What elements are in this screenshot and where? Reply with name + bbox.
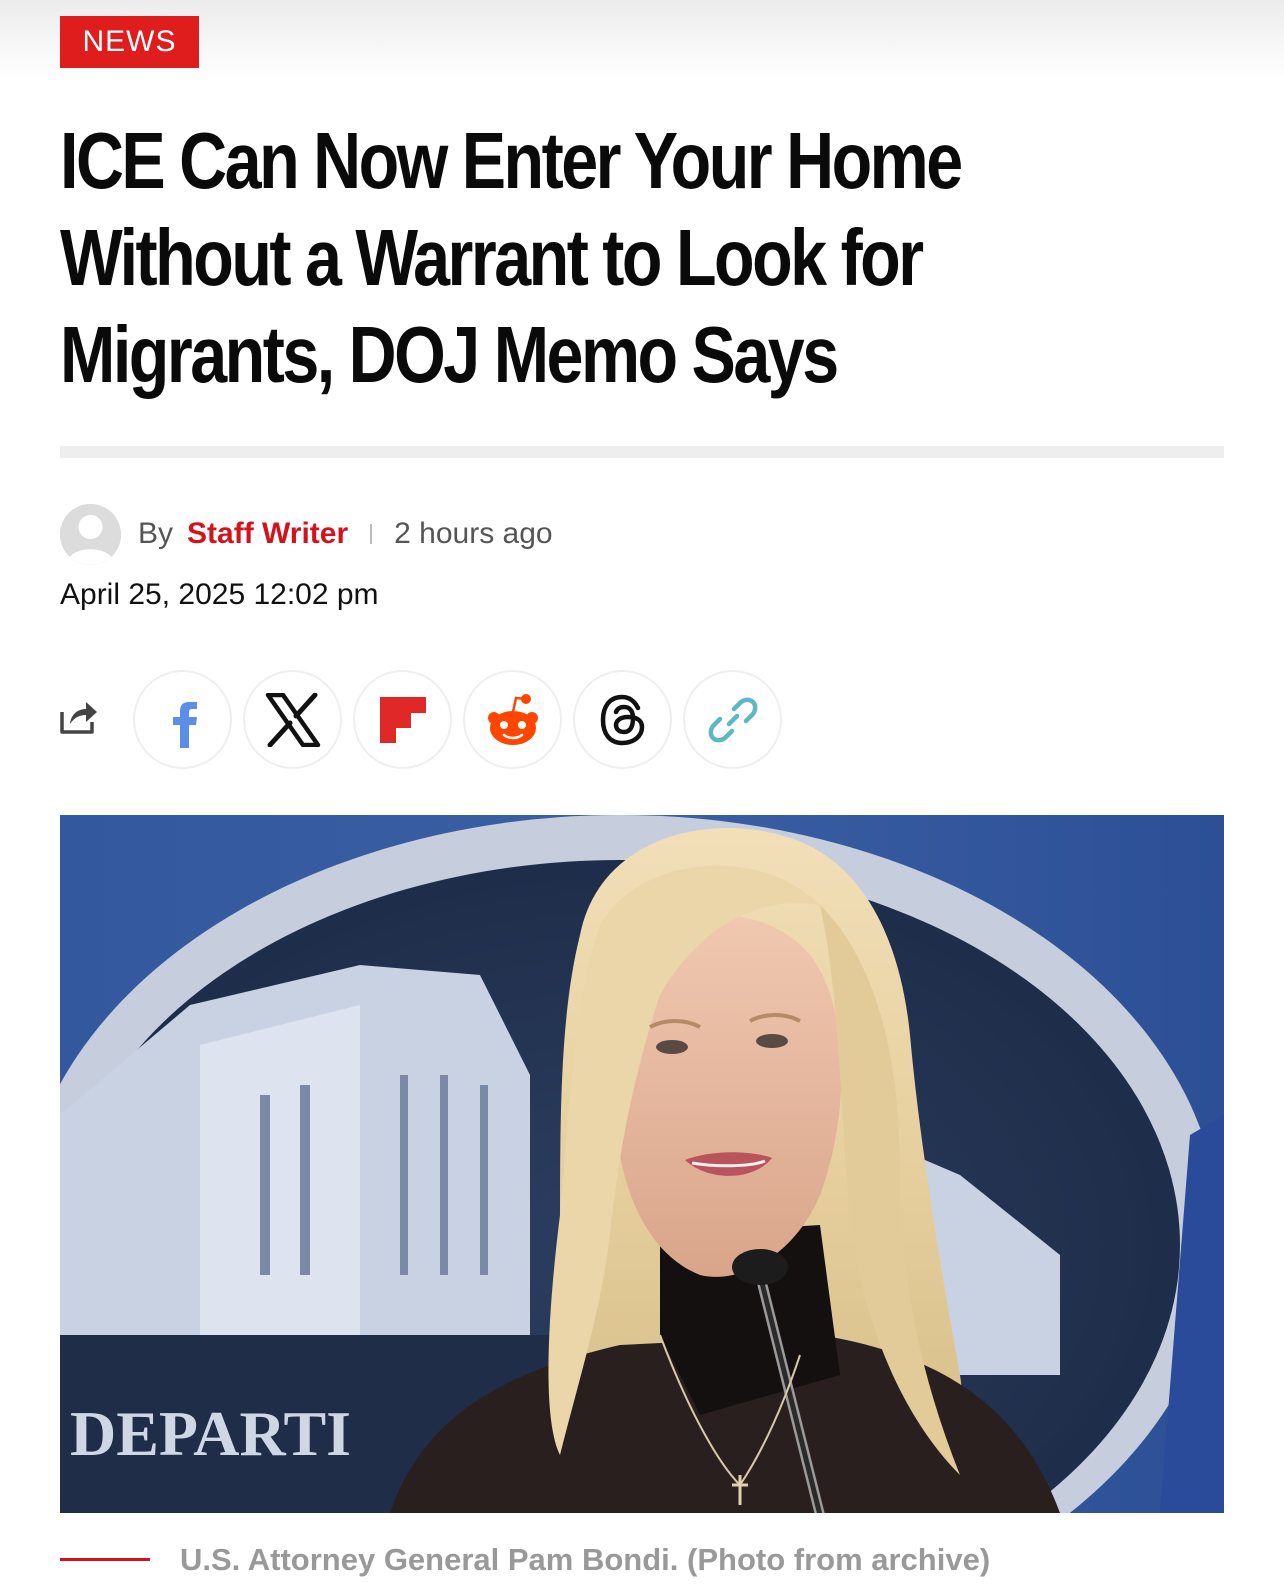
relative-time: 2 hours ago: [394, 517, 553, 550]
reddit-icon: [487, 693, 538, 745]
x-icon: [265, 692, 320, 747]
category-badge[interactable]: NEWS: [60, 16, 199, 68]
copy-link-button[interactable]: [683, 670, 782, 769]
header-divider: [60, 446, 1224, 458]
publish-date: April 25, 2025 12:02 pm: [60, 578, 379, 611]
seal-text: DEPARTI: [70, 1398, 351, 1469]
author-link[interactable]: Staff Writer: [187, 517, 348, 551]
link-icon: [708, 697, 757, 742]
press-conference-photo: DEPARTI: [60, 815, 1224, 1513]
facebook-icon: [172, 701, 197, 748]
byline-separator: [370, 524, 373, 544]
author-avatar[interactable]: [60, 504, 121, 565]
headline-line-1: ICE Can Now Enter Your Home: [60, 116, 963, 205]
share-flipboard-button[interactable]: [353, 670, 452, 769]
share-reddit-button[interactable]: [463, 670, 562, 769]
caption-accent-line: [60, 1558, 150, 1561]
headline-line-2: Without a Warrant to Look for: [60, 213, 924, 302]
hero-image[interactable]: DEPARTI: [60, 815, 1224, 1513]
user-silhouette-icon: [60, 504, 121, 565]
headline-line-3: Migrants, DOJ Memo Says: [60, 310, 839, 399]
image-caption: U.S. Attorney General Pam Bondi. (Photo …: [180, 1542, 991, 1577]
flipboard-icon: [379, 696, 426, 743]
threads-icon: [600, 694, 644, 745]
share-icon[interactable]: [58, 696, 100, 736]
share-threads-button[interactable]: [573, 670, 672, 769]
byline-prefix: By: [138, 517, 174, 550]
article-headline: ICE Can Now Enter Your Home Without a Wa…: [60, 112, 1189, 403]
share-x-button[interactable]: [243, 670, 342, 769]
share-facebook-button[interactable]: [133, 670, 232, 769]
byline: By Staff Writer 2 hours ago: [138, 514, 553, 554]
